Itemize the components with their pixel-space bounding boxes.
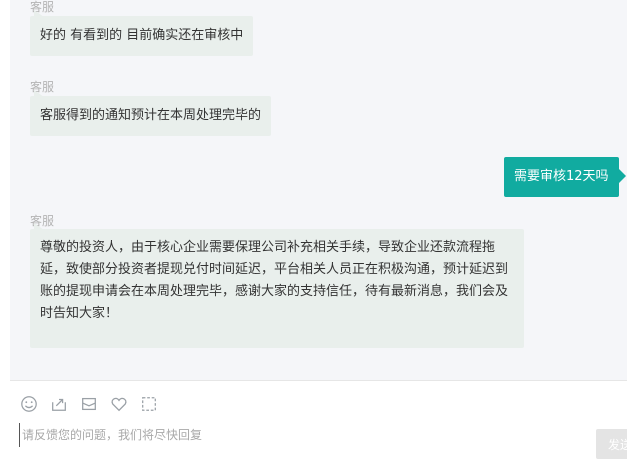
heart-icon[interactable]: [109, 394, 129, 414]
agent-message: 客服得到的通知预计在本周处理完毕的: [30, 90, 272, 136]
agent-message: 尊敬的投资人，由于核心企业需要保理公司补充相关手续，导致企业还款流程拖延，致使部…: [30, 223, 524, 348]
composer-toolbar: [19, 394, 159, 414]
user-message: 需要审核12天吗: [504, 157, 626, 197]
emoji-icon[interactable]: [19, 394, 39, 414]
mail-icon[interactable]: [79, 394, 99, 414]
send-button[interactable]: 发送: [596, 429, 627, 459]
message-composer: 发送: [10, 380, 627, 469]
upload-icon[interactable]: [49, 394, 69, 414]
screenshot-icon[interactable]: [139, 394, 159, 414]
chat-history[interactable]: 客服 好的 有看到的 目前确实还在审核中 客服 客服得到的通知预计在本周处理完毕…: [10, 0, 627, 380]
message-input[interactable]: [19, 423, 584, 447]
agent-message: 好的 有看到的 目前确实还在审核中: [30, 10, 254, 56]
